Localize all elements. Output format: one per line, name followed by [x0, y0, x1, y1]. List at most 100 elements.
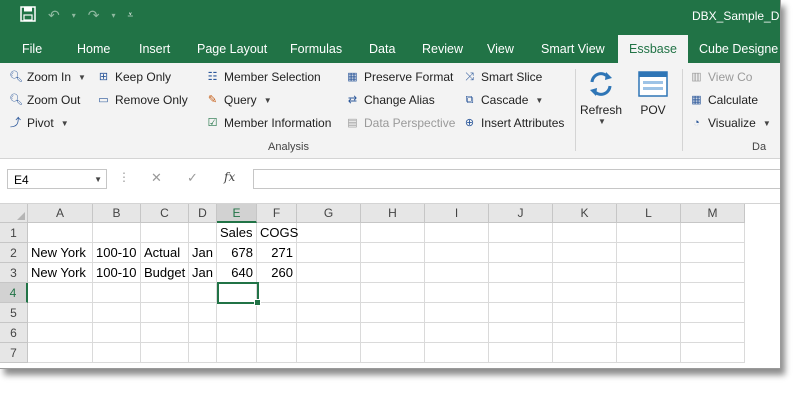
- cell-g7[interactable]: [297, 343, 361, 363]
- change-alias-button[interactable]: ⇄ Change Alias: [346, 93, 435, 107]
- cell-j7[interactable]: [489, 343, 553, 363]
- cell-c7[interactable]: [141, 343, 189, 363]
- cell-h4[interactable]: [361, 283, 425, 303]
- cell-j6[interactable]: [489, 323, 553, 343]
- cell-f3[interactable]: 260: [257, 263, 297, 283]
- cell-k1[interactable]: [553, 223, 617, 243]
- cell-b2[interactable]: 100-10: [93, 243, 141, 263]
- smart-slice-button[interactable]: ⤨ Smart Slice: [463, 70, 542, 84]
- cell-e6[interactable]: [217, 323, 257, 343]
- cell-d5[interactable]: [189, 303, 217, 323]
- cell-l2[interactable]: [617, 243, 681, 263]
- column-header-i[interactable]: I: [425, 204, 489, 223]
- cell-b1[interactable]: [93, 223, 141, 243]
- undo-icon[interactable]: ↶: [48, 7, 60, 24]
- cell-k3[interactable]: [553, 263, 617, 283]
- cell-f6[interactable]: [257, 323, 297, 343]
- cell-g5[interactable]: [297, 303, 361, 323]
- tab-review[interactable]: Review: [422, 35, 463, 63]
- cell-b6[interactable]: [93, 323, 141, 343]
- tab-cube-designer[interactable]: Cube Designe: [699, 35, 778, 63]
- redo-dropdown-icon[interactable]: ▾: [111, 11, 115, 20]
- chevron-down-icon[interactable]: ▼: [94, 170, 102, 190]
- cell-c6[interactable]: [141, 323, 189, 343]
- tab-file[interactable]: File: [22, 35, 42, 63]
- cell-c4[interactable]: [141, 283, 189, 303]
- row-header-5[interactable]: 5: [0, 303, 28, 323]
- cell-f2[interactable]: 271: [257, 243, 297, 263]
- cell-l1[interactable]: [617, 223, 681, 243]
- zoom-out-button[interactable]: 🔍︎ Zoom Out: [9, 93, 80, 107]
- pov-button[interactable]: POV: [628, 69, 678, 117]
- cell-m1[interactable]: [681, 223, 745, 243]
- query-button[interactable]: ✎ Query ▼: [206, 93, 272, 107]
- cell-d6[interactable]: [189, 323, 217, 343]
- cell-i4[interactable]: [425, 283, 489, 303]
- formula-bar-resize-handle[interactable]: ⋮: [118, 170, 130, 184]
- cell-k7[interactable]: [553, 343, 617, 363]
- cell-d4[interactable]: [189, 283, 217, 303]
- select-all-button[interactable]: [0, 204, 28, 223]
- cell-f5[interactable]: [257, 303, 297, 323]
- data-perspective-button[interactable]: ▤ Data Perspective: [346, 116, 455, 130]
- cell-j3[interactable]: [489, 263, 553, 283]
- cell-g6[interactable]: [297, 323, 361, 343]
- enter-icon[interactable]: ✓: [187, 170, 198, 186]
- cell-l3[interactable]: [617, 263, 681, 283]
- cell-h3[interactable]: [361, 263, 425, 283]
- name-box[interactable]: E4 ▼: [7, 169, 107, 189]
- keep-only-button[interactable]: ⊞ Keep Only: [97, 70, 171, 84]
- zoom-in-button[interactable]: 🔍︎ Zoom In ▼: [9, 70, 86, 84]
- cell-k5[interactable]: [553, 303, 617, 323]
- cell-m7[interactable]: [681, 343, 745, 363]
- tab-formulas[interactable]: Formulas: [290, 35, 342, 63]
- preserve-format-button[interactable]: ▦ Preserve Format: [346, 70, 453, 84]
- column-header-m[interactable]: M: [681, 204, 745, 223]
- cell-c5[interactable]: [141, 303, 189, 323]
- customize-qat-icon[interactable]: ⩡: [128, 10, 134, 21]
- column-header-c[interactable]: C: [141, 204, 189, 223]
- cell-l7[interactable]: [617, 343, 681, 363]
- cell-g4[interactable]: [297, 283, 361, 303]
- cell-g3[interactable]: [297, 263, 361, 283]
- cascade-button[interactable]: ⧉ Cascade ▼: [463, 93, 544, 107]
- cell-m2[interactable]: [681, 243, 745, 263]
- cell-h2[interactable]: [361, 243, 425, 263]
- pivot-button[interactable]: ⤴ Pivot ▼: [9, 116, 69, 130]
- member-information-button[interactable]: ☑ Member Information: [206, 116, 332, 130]
- cell-h1[interactable]: [361, 223, 425, 243]
- row-header-7[interactable]: 7: [0, 343, 28, 363]
- cell-b4[interactable]: [93, 283, 141, 303]
- cell-f7[interactable]: [257, 343, 297, 363]
- cell-c3[interactable]: Budget: [141, 263, 189, 283]
- tab-home[interactable]: Home: [77, 35, 110, 63]
- cell-k6[interactable]: [553, 323, 617, 343]
- row-header-4[interactable]: 4: [0, 283, 28, 303]
- cell-a6[interactable]: [28, 323, 93, 343]
- cell-a7[interactable]: [28, 343, 93, 363]
- cell-d2[interactable]: Jan: [189, 243, 217, 263]
- calculate-button[interactable]: ▦ Calculate: [690, 93, 758, 107]
- member-selection-button[interactable]: ☷ Member Selection: [206, 70, 321, 84]
- column-header-f[interactable]: F: [257, 204, 297, 223]
- cell-f4[interactable]: [257, 283, 297, 303]
- cell-l5[interactable]: [617, 303, 681, 323]
- save-icon[interactable]: [20, 6, 36, 25]
- cell-e5[interactable]: [217, 303, 257, 323]
- cell-k2[interactable]: [553, 243, 617, 263]
- cell-i5[interactable]: [425, 303, 489, 323]
- column-header-g[interactable]: G: [297, 204, 361, 223]
- cell-e7[interactable]: [217, 343, 257, 363]
- cell-j2[interactable]: [489, 243, 553, 263]
- insert-attributes-button[interactable]: ⊕ Insert Attributes: [463, 116, 564, 130]
- cell-m5[interactable]: [681, 303, 745, 323]
- cell-b7[interactable]: [93, 343, 141, 363]
- redo-icon[interactable]: ↷: [88, 7, 100, 24]
- tab-data[interactable]: Data: [369, 35, 395, 63]
- cancel-icon[interactable]: ✕: [151, 170, 162, 186]
- column-header-a[interactable]: A: [28, 204, 93, 223]
- cell-k4[interactable]: [553, 283, 617, 303]
- cell-i1[interactable]: [425, 223, 489, 243]
- row-header-1[interactable]: 1: [0, 223, 28, 243]
- cell-a5[interactable]: [28, 303, 93, 323]
